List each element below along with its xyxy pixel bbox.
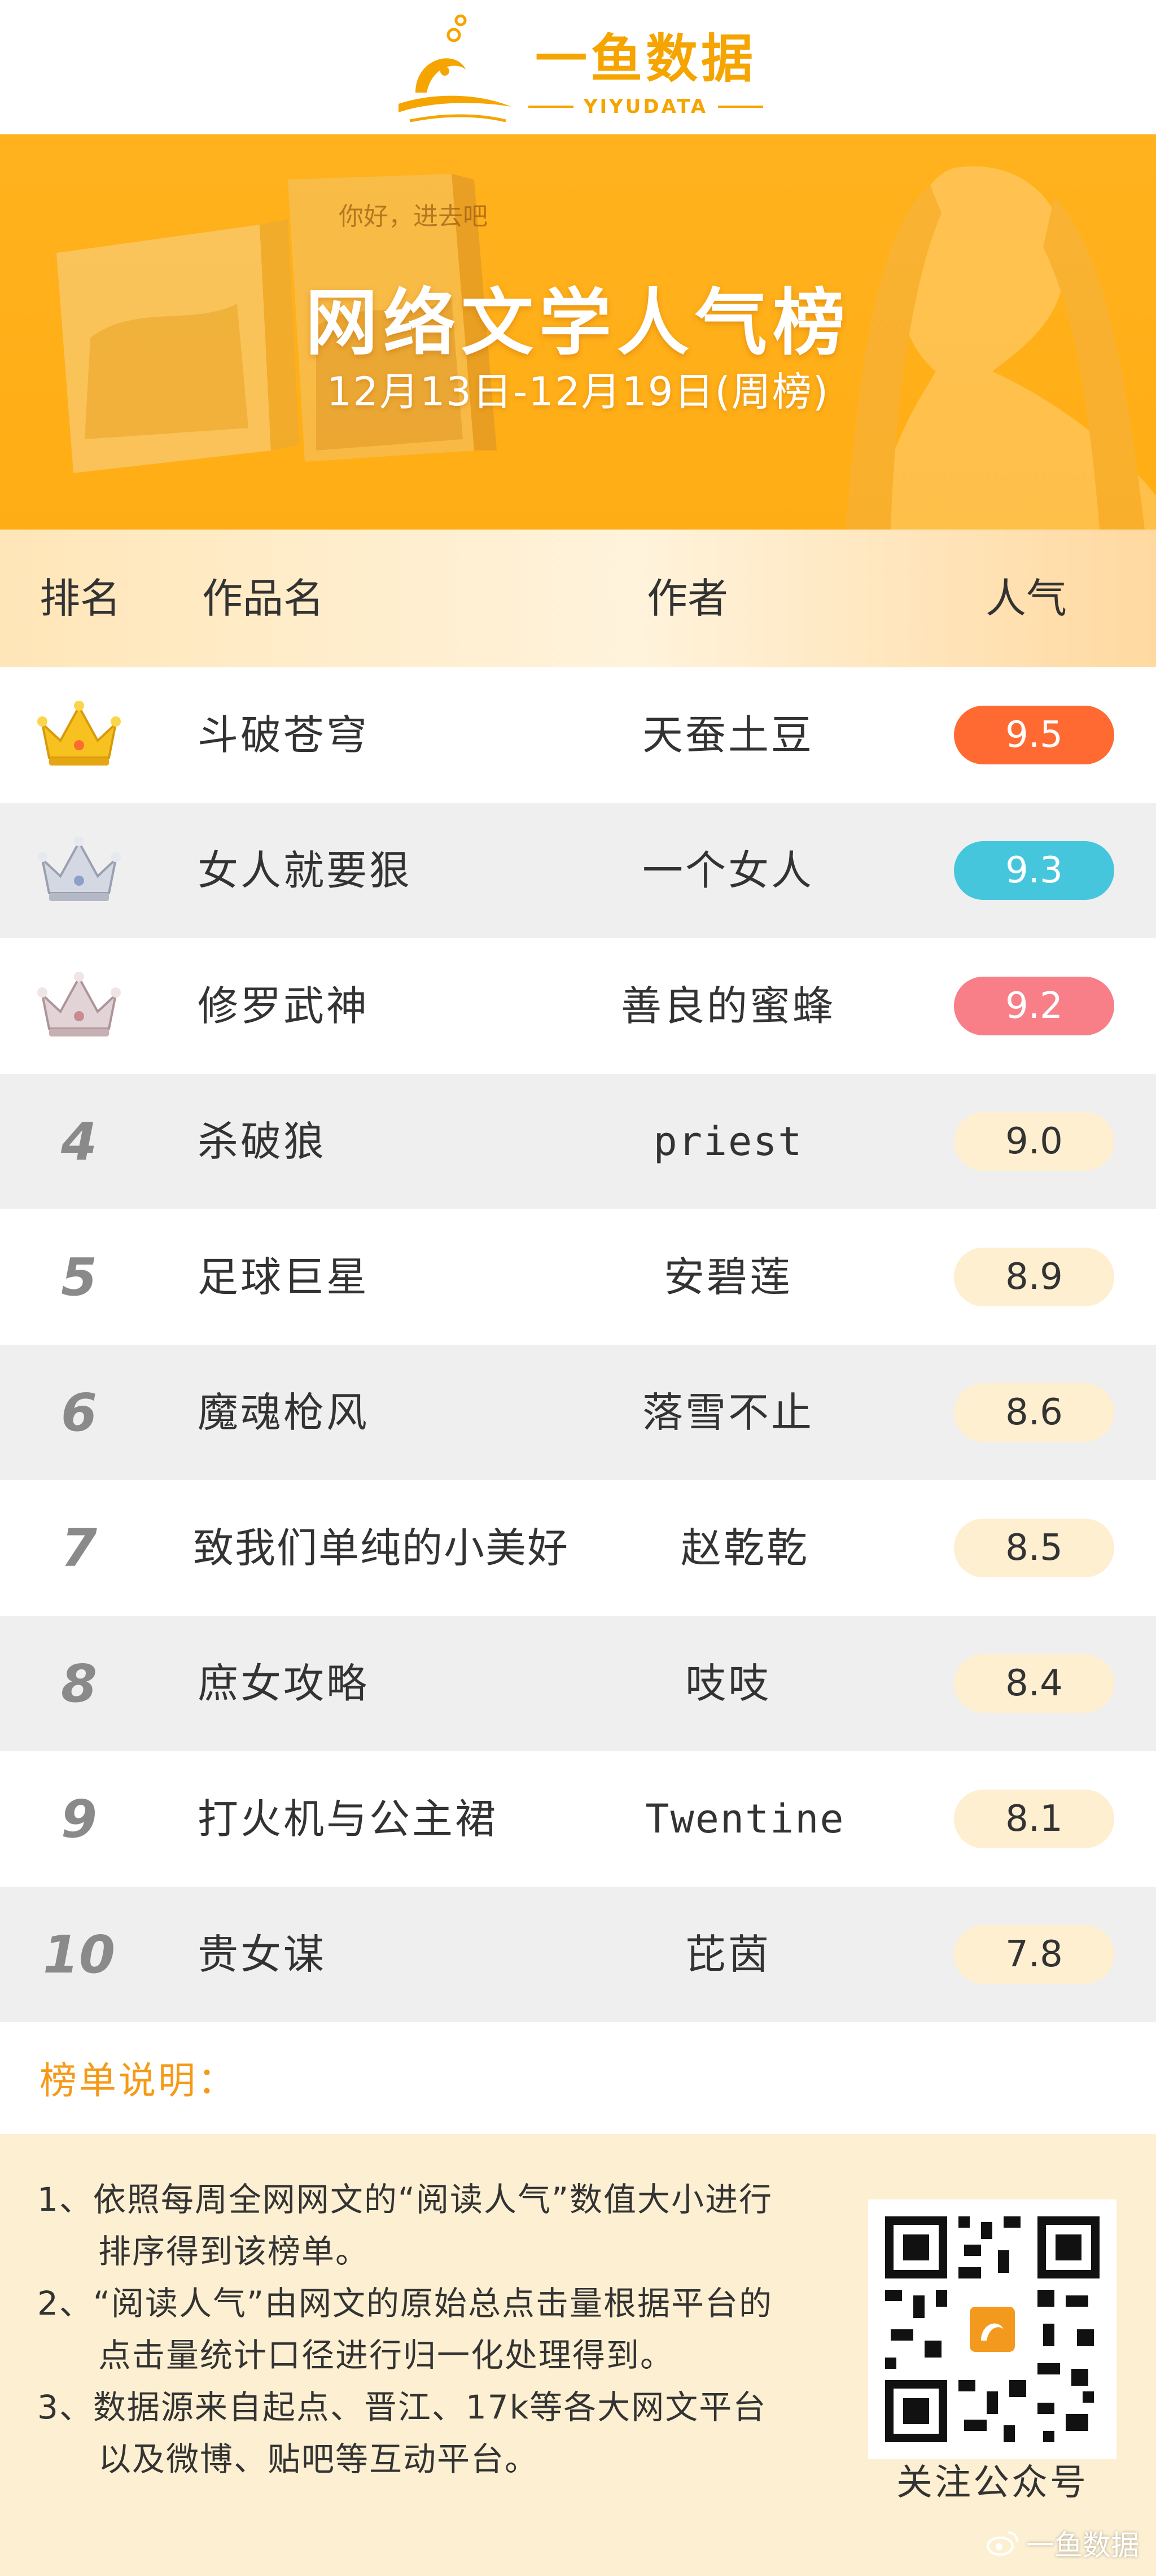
work-title: 致我们单纯的小美好 — [193, 1524, 570, 1572]
table-row: 斗破苍穹 天蚕土豆 9.5 — [0, 667, 1156, 803]
table-row: 7 致我们单纯的小美好 赵乾乾 8.5 — [0, 1480, 1156, 1616]
table-row: 修罗武神 善良的蜜蜂 9.2 — [0, 938, 1156, 1074]
rank-cell: 7 — [34, 1480, 124, 1616]
rank-cell — [34, 938, 124, 1074]
rank-cell: 8 — [34, 1616, 124, 1751]
table-row: 9 打火机与公主裙 Twentine 8.1 — [0, 1751, 1156, 1887]
logo-en-row: YIYUDATA — [528, 95, 764, 118]
note-item: 1、依照每周全网网文的“阅读人气”数值大小进行 排序得到该榜单。 — [37, 2173, 827, 2277]
logo-divider — [718, 105, 764, 108]
work-title: 足球巨星 — [198, 1253, 370, 1301]
author-name: Twentine — [645, 1796, 845, 1842]
work-title: 打火机与公主裙 — [198, 1795, 498, 1843]
work-title: 魔魂枪风 — [198, 1389, 370, 1436]
rank-cell — [34, 667, 124, 803]
table-row: 女人就要狠 一个女人 9.3 — [0, 803, 1156, 938]
note-item: 2、“阅读人气”由网文的原始总点击量根据平台的 点击量统计口径进行归一化处理得到… — [37, 2277, 827, 2381]
qr-caption: 关注公众号 — [896, 2462, 1088, 2504]
silver-crown-icon — [37, 837, 121, 901]
weibo-icon — [987, 2531, 1018, 2556]
weibo-watermark: 一鱼数据 — [986, 2523, 1139, 2564]
book-cover-title: 你好，进去吧 — [339, 202, 488, 231]
work-title: 女人就要狠 — [198, 847, 413, 894]
author-name: 落雪不止 — [642, 1389, 814, 1436]
note-line: 以及微博、贴吧等互动平台。 — [98, 2440, 539, 2478]
column-header-rank: 排名 — [40, 575, 121, 622]
table-row: 10 贵女谋 芘茵 7.8 — [0, 1887, 1156, 2022]
gold-crown-icon — [37, 701, 121, 766]
rank-number: 5 — [60, 1247, 97, 1307]
score-badge: 9.5 — [954, 706, 1114, 764]
banner-title: 网络文学人气榜 — [305, 281, 851, 365]
table-row: 4 杀破狼 priest 9.0 — [0, 1074, 1156, 1209]
hero-banner: 你好，进去吧 网络文学人气榜 12月13日-12月19日(周榜) — [0, 134, 1156, 530]
work-title: 杀破狼 — [198, 1118, 327, 1165]
score-badge: 9.2 — [954, 977, 1114, 1035]
table-header: 排名 作品名 作者 人气 — [0, 530, 1156, 667]
score-badge: 8.5 — [954, 1519, 1114, 1577]
score-badge: 8.6 — [954, 1383, 1114, 1442]
score-badge: 8.1 — [954, 1790, 1114, 1848]
notes-heading: 榜单说明： — [40, 2059, 237, 2102]
author-name: 吱吱 — [685, 1660, 771, 1707]
rank-cell: 4 — [34, 1074, 124, 1209]
logo-cn: 一鱼数据 — [535, 28, 756, 89]
logo-en: YIYUDATA — [583, 95, 708, 118]
score-badge: 9.0 — [954, 1112, 1114, 1171]
table-row: 6 魔魂枪风 落雪不止 8.6 — [0, 1345, 1156, 1480]
author-name: 天蚕土豆 — [642, 711, 814, 759]
bronze-crown-icon — [37, 972, 121, 1036]
author-name: priest — [653, 1118, 803, 1165]
notes-panel: 1、依照每周全网网文的“阅读人气”数值大小进行 排序得到该榜单。 2、“阅读人气… — [0, 2134, 1156, 2576]
column-header-popularity: 人气 — [986, 575, 1067, 622]
logo: 一鱼数据 YIYUDATA — [393, 8, 764, 126]
rank-cell: 10 — [34, 1887, 124, 2022]
work-title: 斗破苍穹 — [198, 711, 370, 759]
work-title: 贵女谋 — [198, 1931, 327, 1978]
brand-header: 一鱼数据 YIYUDATA — [0, 0, 1156, 134]
author-name: 安碧莲 — [663, 1253, 792, 1301]
rank-cell: 9 — [34, 1751, 124, 1887]
ranking-table: 斗破苍穹 天蚕土豆 9.5 女人就要狠 一个女人 9.3 修罗武神 善良的蜜蜂 … — [0, 667, 1156, 2022]
author-name: 一个女人 — [642, 847, 814, 894]
fish-logo-icon — [398, 14, 511, 123]
watermark-text: 一鱼数据 — [1026, 2529, 1139, 2562]
rank-cell: 5 — [34, 1209, 124, 1345]
rank-number: 4 — [60, 1111, 97, 1172]
author-name: 赵乾乾 — [680, 1524, 809, 1572]
column-header-author: 作者 — [647, 575, 729, 622]
work-title: 庶女攻略 — [198, 1660, 370, 1707]
rank-number: 10 — [42, 1924, 116, 1985]
table-row: 8 庶女攻略 吱吱 8.4 — [0, 1616, 1156, 1751]
rank-number: 6 — [60, 1382, 97, 1443]
note-line: 1、依照每周全网网文的“阅读人气”数值大小进行 — [37, 2180, 773, 2219]
score-badge: 8.4 — [954, 1654, 1114, 1713]
note-line: 点击量统计口径进行归一化处理得到。 — [98, 2336, 675, 2374]
column-header-title: 作品名 — [202, 575, 325, 622]
qr-code — [868, 2199, 1116, 2459]
score-badge: 7.8 — [954, 1925, 1114, 1984]
table-row: 5 足球巨星 安碧莲 8.9 — [0, 1209, 1156, 1345]
rank-number: 8 — [60, 1653, 97, 1714]
note-item: 3、数据源来自起点、晋江、17k等各大网文平台 以及微博、贴吧等互动平台。 — [37, 2381, 827, 2485]
rank-cell — [34, 803, 124, 938]
author-name: 芘茵 — [685, 1931, 771, 1978]
logo-text: 一鱼数据 YIYUDATA — [528, 17, 764, 118]
author-name: 善良的蜜蜂 — [620, 982, 835, 1030]
score-badge: 9.3 — [954, 841, 1114, 900]
banner-subtitle: 12月13日-12月19日(周榜) — [326, 369, 830, 415]
note-line: 3、数据源来自起点、晋江、17k等各大网文平台 — [37, 2388, 767, 2426]
rank-cell: 6 — [34, 1345, 124, 1480]
note-line: 2、“阅读人气”由网文的原始总点击量根据平台的 — [37, 2284, 773, 2323]
rank-number: 9 — [60, 1788, 97, 1849]
logo-divider — [528, 105, 573, 108]
qr-code-icon — [868, 2199, 1116, 2459]
work-title: 修罗武神 — [198, 982, 370, 1030]
note-line: 排序得到该榜单。 — [98, 2232, 370, 2271]
score-badge: 8.9 — [954, 1248, 1114, 1306]
rank-number: 7 — [60, 1517, 97, 1578]
